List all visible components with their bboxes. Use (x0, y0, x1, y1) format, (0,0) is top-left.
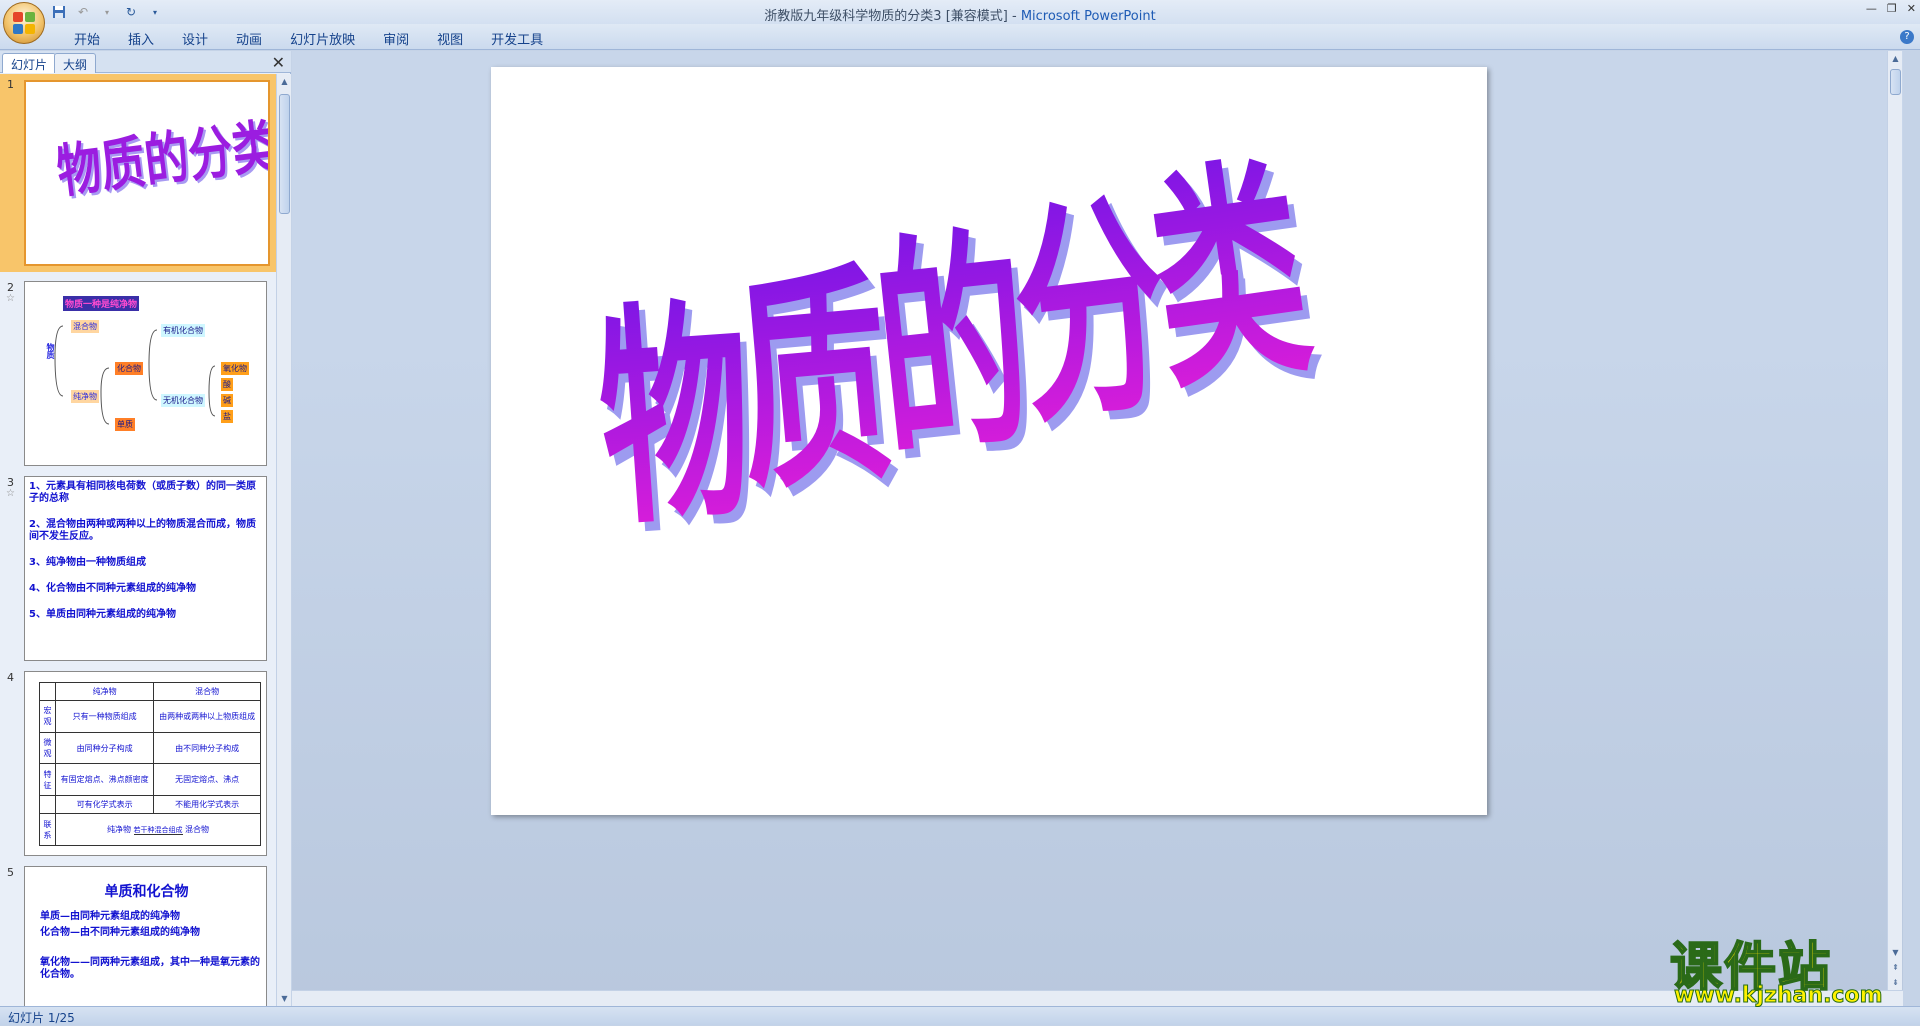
scroll-up-icon[interactable]: ▲ (1888, 51, 1903, 66)
table-cell: 联系 (39, 813, 56, 846)
scroll-down-icon[interactable]: ▼ (277, 991, 292, 1006)
slide-number: 4 (7, 671, 14, 684)
slide-thumbnail-1[interactable]: 物质的分类 (24, 80, 270, 266)
ribbon-tab[interactable]: 插入 (114, 29, 168, 48)
thumb-line: 2、混合物由两种或两种以上的物质混合而成，物质间不发生反应。 (29, 519, 256, 542)
animation-icon: ☆ (6, 488, 15, 499)
thumb-line: 氧化物——同两种元素组成，其中一种是氧元素的化合物。 (40, 957, 260, 980)
watermark-url: www.kjzhan.com (1674, 983, 1884, 1009)
scroll-thumb[interactable] (279, 94, 290, 214)
site-watermark: 课件站 www.kjzhan.com (1669, 925, 1900, 1009)
editor-scrollbar[interactable]: ▲ ▼ ⇞ ⇟ (1887, 51, 1902, 990)
thumbnail-row-4[interactable]: 4 纯净物 混合物 宏观 只有一种物质组成 由两种或两种以上物质组成 微观 由同种分子构… (0, 667, 276, 857)
office-logo-icon (13, 12, 35, 34)
table-cell: 混合物 (185, 825, 210, 835)
table-header: 纯净物 (54, 682, 155, 701)
scroll-up-icon[interactable]: ▲ (277, 74, 292, 89)
slide-thumbnail-2[interactable]: 物质一种是纯净物 物质 混合物 纯净物 化合物 单质 有机化合物 无机化合物 氧… (24, 281, 267, 466)
table-cell: 微观 (39, 731, 56, 765)
thumb-heading: 单质和化合物 (104, 884, 189, 900)
horizontal-scrollbar[interactable] (292, 990, 1903, 1006)
ribbon-tab[interactable]: 开发工具 (477, 29, 557, 48)
thumbnail-row-3[interactable]: 3 ☆ 1、元素具有相同核电荷数（或质子数）的同一类原子的总称 2、混合物由两种… (0, 472, 276, 662)
table-cell: 可有化学式表示 (54, 795, 155, 815)
table-cell: 若干种混合组成 (133, 826, 183, 836)
maximize-icon[interactable]: ❐ (1887, 2, 1897, 15)
wordart-group: 物物质质的的分分类类 (591, 134, 1330, 567)
ribbon-tab[interactable]: 开始 (60, 29, 114, 48)
status-bar: 幻灯片 1/25 (0, 1006, 1920, 1025)
slide-number: 1 (7, 78, 14, 91)
slide-indicator: 幻灯片 1/25 (8, 1011, 75, 1025)
animation-icon: ☆ (6, 293, 15, 304)
slide-editor: 物物质质的的分分类类 ▲ ▼ ⇞ ⇟ (292, 51, 1903, 1006)
slide-thumbnail-5[interactable]: 单质和化合物 单质—由同种元素组成的纯净物 化合物—由不同种元素组成的纯净物 氧… (24, 866, 267, 1006)
table-cell: 只有一种物质组成 (54, 699, 155, 733)
ribbon-tabs: 开始 插入 设计 动画 幻灯片放映 审阅 视图 开发工具 ? (0, 24, 1920, 50)
ribbon-tab[interactable]: 幻灯片放映 (276, 29, 369, 48)
thumbnail-row-1[interactable]: 1 物质的分类 (0, 74, 276, 272)
thumb-title: 物质的分类 (53, 113, 270, 207)
table-cell: 由不同种分子构成 (153, 731, 261, 765)
thumb-line: 3、纯净物由一种物质组成 (29, 557, 146, 568)
office-button[interactable] (3, 2, 45, 44)
table-cell: 由同种分子构成 (54, 731, 155, 765)
thumb-line: 化合物—由不同种元素组成的纯净物 (40, 927, 200, 938)
tab-outline[interactable]: 大纲 (54, 53, 97, 73)
table-header: 混合物 (153, 682, 261, 701)
thumb-table: 纯净物 混合物 宏观 只有一种物质组成 由两种或两种以上物质组成 微观 由同种分子构成由… (39, 682, 261, 846)
table-cell: 特征 (39, 763, 56, 797)
window-controls: — ❐ ✕ (1866, 2, 1916, 15)
table-cell: 不能用化学式表示 (153, 795, 261, 815)
ribbon-tab[interactable]: 审阅 (369, 29, 423, 48)
pane-close-icon[interactable]: ✕ (272, 53, 285, 72)
document-title: 浙教版九年级科学物质的分类3 [兼容模式] - (764, 9, 1021, 24)
title-bar: ↶ ▾ ↻ ▾ 浙教版九年级科学物质的分类3 [兼容模式] - Microsof… (0, 0, 1920, 44)
table-cell: 无固定熔点、沸点 (153, 763, 261, 797)
ribbon-tab[interactable]: 设计 (168, 29, 222, 48)
slide-number: 5 (7, 866, 14, 879)
thumbnail-row-5[interactable]: 5 单质和化合物 单质—由同种元素组成的纯净物 化合物—由不同种元素组成的纯净物… (0, 862, 276, 1006)
table-cell: 纯净物 (106, 825, 131, 835)
tab-slides[interactable]: 幻灯片 (2, 53, 57, 73)
close-icon[interactable]: ✕ (1907, 2, 1916, 15)
ribbon-tab-list: 开始 插入 设计 动画 幻灯片放映 审阅 视图 开发工具 (60, 29, 557, 48)
thumbnail-scrollbar[interactable]: ▲ ▼ (276, 74, 291, 1006)
window-title: 浙教版九年级科学物质的分类3 [兼容模式] - Microsoft PowerP… (0, 5, 1920, 24)
slide-thumbnail-3[interactable]: 1、元素具有相同核电荷数（或质子数）的同一类原子的总称 2、混合物由两种或两种以… (24, 476, 267, 661)
ribbon-tab[interactable]: 视图 (423, 29, 477, 48)
thumb-line: 1、元素具有相同核电荷数（或质子数）的同一类原子的总称 (29, 481, 256, 504)
minimize-icon[interactable]: — (1866, 2, 1877, 15)
table-cell: 由两种或两种以上物质组成 (153, 699, 261, 733)
ribbon-tab[interactable]: 动画 (222, 29, 276, 48)
thumb-brackets (54, 325, 216, 425)
slides-pane: 幻灯片 大纲 ✕ 1 物质的分类 2 ☆ 物质一种是纯净物 物质 混合物 纯净物… (0, 51, 291, 1006)
slide-thumbnail-4[interactable]: 纯净物 混合物 宏观 只有一种物质组成 由两种或两种以上物质组成 微观 由同种分子构成由… (24, 671, 267, 856)
table-cell (39, 795, 56, 815)
thumb-line: 4、化合物由不同种元素组成的纯净物 (29, 583, 196, 594)
table-cell: 宏观 (39, 699, 56, 733)
thumbnail-list: 1 物质的分类 2 ☆ 物质一种是纯净物 物质 混合物 纯净物 化合物 单质 有… (0, 74, 276, 1006)
table-cell: 有固定熔点、沸点颜密度 (54, 763, 155, 797)
table-cell: 纯净物 若干种混合组成 混合物 (55, 813, 261, 846)
thumb-line: 单质—由同种元素组成的纯净物 (40, 911, 180, 922)
current-slide[interactable]: 物物质质的的分分类类 (491, 67, 1487, 815)
help-icon[interactable]: ? (1900, 30, 1914, 44)
slide-title-wordart[interactable]: 物物质质的的分分类类 (491, 67, 1487, 815)
scroll-thumb[interactable] (1890, 69, 1901, 95)
thumbnail-row-2[interactable]: 2 ☆ 物质一种是纯净物 物质 混合物 纯净物 化合物 单质 有机化合物 无机化… (0, 277, 276, 467)
app-name: Microsoft PowerPoint (1020, 9, 1156, 24)
pane-tabs: 幻灯片 大纲 ✕ (0, 51, 291, 73)
thumb-line: 5、单质由同种元素组成的纯净物 (29, 609, 176, 620)
